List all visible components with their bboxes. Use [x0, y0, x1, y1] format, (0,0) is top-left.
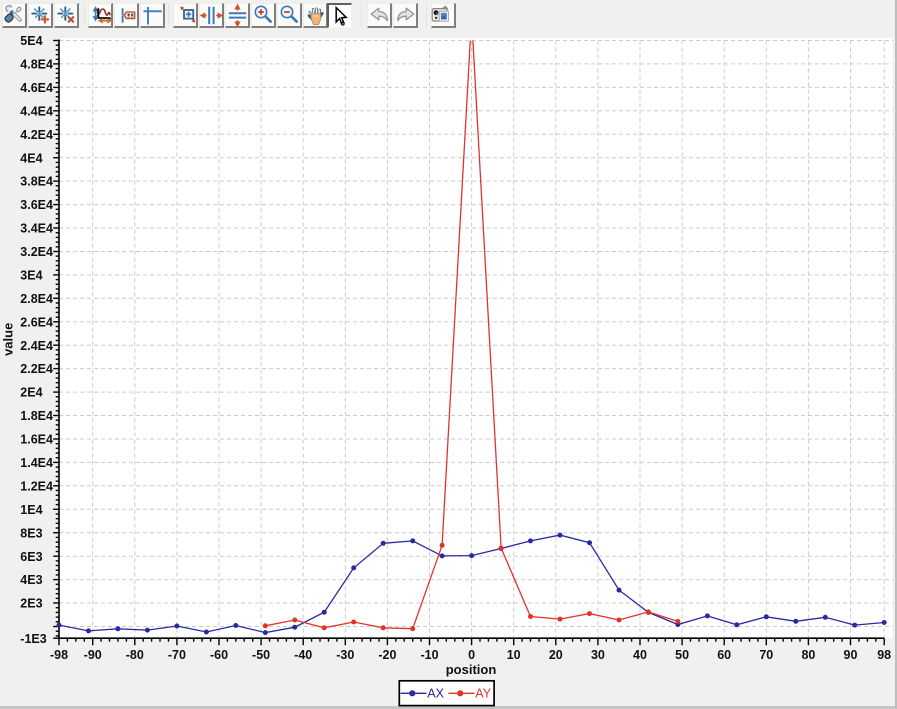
- svg-text:2E4: 2E4: [20, 386, 42, 400]
- svg-text:AY: AY: [475, 687, 491, 701]
- svg-text:60: 60: [717, 648, 731, 662]
- svg-text:-70: -70: [168, 648, 186, 662]
- svg-text:30: 30: [591, 648, 605, 662]
- svg-text:0: 0: [468, 648, 475, 662]
- svg-text:4.6E4: 4.6E4: [20, 81, 53, 95]
- svg-text:3.4E4: 3.4E4: [20, 222, 53, 236]
- svg-text:value: value: [1, 323, 16, 356]
- svg-text:2.8E4: 2.8E4: [20, 292, 53, 306]
- svg-text:-20: -20: [378, 648, 396, 662]
- svg-text:5E4: 5E4: [20, 34, 42, 48]
- svg-text:4.2E4: 4.2E4: [20, 128, 53, 142]
- svg-text:70: 70: [759, 648, 773, 662]
- svg-text:90: 90: [844, 648, 858, 662]
- svg-text:-80: -80: [126, 648, 144, 662]
- svg-text:-90: -90: [84, 648, 102, 662]
- svg-text:-10: -10: [420, 648, 438, 662]
- svg-text:6E3: 6E3: [20, 550, 42, 564]
- svg-text:-30: -30: [336, 648, 354, 662]
- svg-text:3.6E4: 3.6E4: [20, 198, 53, 212]
- svg-text:1.2E4: 1.2E4: [20, 479, 53, 493]
- svg-text:4E4: 4E4: [20, 151, 42, 165]
- svg-text:4.8E4: 4.8E4: [20, 58, 53, 72]
- svg-text:-40: -40: [294, 648, 312, 662]
- svg-text:1.4E4: 1.4E4: [20, 456, 53, 470]
- svg-text:8E3: 8E3: [20, 526, 42, 540]
- svg-text:80: 80: [801, 648, 815, 662]
- svg-text:-60: -60: [210, 648, 228, 662]
- svg-text:-98: -98: [50, 648, 68, 662]
- svg-text:4E3: 4E3: [20, 573, 42, 587]
- svg-text:-1E3: -1E3: [20, 632, 46, 646]
- svg-text:50: 50: [675, 648, 689, 662]
- svg-text:4.4E4: 4.4E4: [20, 104, 53, 118]
- svg-text:98: 98: [877, 648, 891, 662]
- svg-text:1.8E4: 1.8E4: [20, 409, 53, 423]
- svg-text:2.2E4: 2.2E4: [20, 362, 53, 376]
- svg-text:20: 20: [549, 648, 563, 662]
- svg-text:AX: AX: [427, 687, 444, 701]
- svg-text:1.6E4: 1.6E4: [20, 433, 53, 447]
- svg-text:position: position: [446, 662, 497, 677]
- svg-text:1E4: 1E4: [20, 503, 42, 517]
- svg-text:3E4: 3E4: [20, 269, 42, 283]
- svg-text:40: 40: [633, 648, 647, 662]
- svg-text:10: 10: [507, 648, 521, 662]
- svg-text:-50: -50: [252, 648, 270, 662]
- svg-text:3.2E4: 3.2E4: [20, 245, 53, 259]
- svg-text:2E3: 2E3: [20, 597, 42, 611]
- svg-text:2.4E4: 2.4E4: [20, 339, 53, 353]
- svg-text:2.6E4: 2.6E4: [20, 315, 53, 329]
- svg-text:3.8E4: 3.8E4: [20, 175, 53, 189]
